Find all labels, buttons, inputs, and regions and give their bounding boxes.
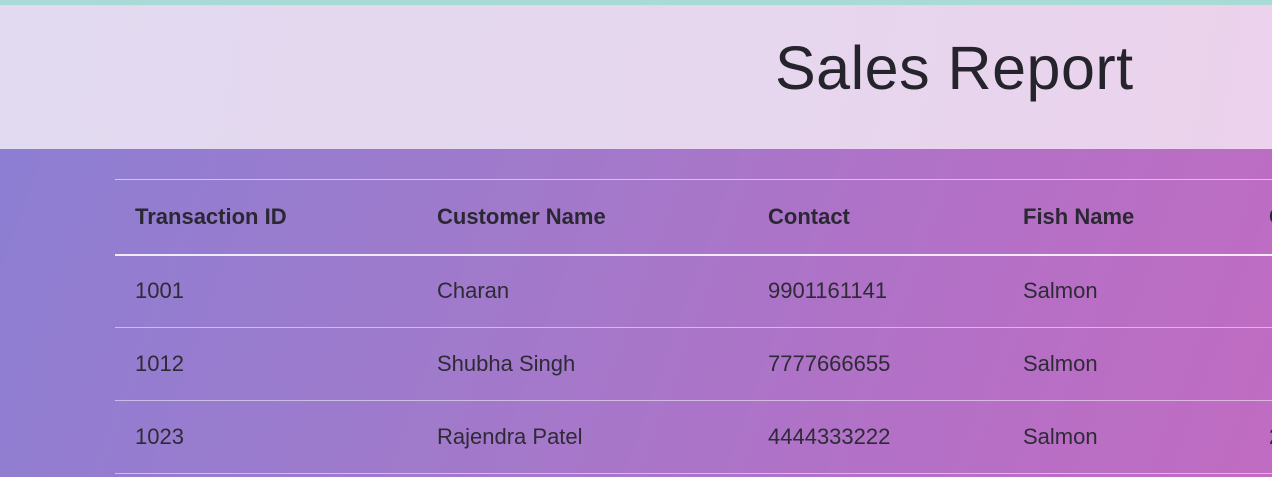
table-header: Transaction ID Customer Name Contact Fis…: [115, 179, 1272, 255]
cell-truncated: [1249, 255, 1272, 328]
cell-fish-name: Salmon: [1023, 278, 1098, 304]
cell-customer-name: Shubha Singh: [437, 351, 576, 376]
cell-customer-name: Rajendra Patel: [437, 424, 583, 449]
column-header-contact: Contact: [768, 203, 850, 229]
cell-fish-name: Salmon: [1023, 351, 1098, 376]
cell-truncated: [1249, 328, 1272, 401]
sales-table: Transaction ID Customer Name Contact Fis…: [115, 179, 1272, 474]
cell-transaction-id: 1023: [135, 424, 184, 449]
table-row: 1001 Charan 9901161141 Salmon: [115, 255, 1272, 328]
table-row: 1012 Shubha Singh 7777666655 Salmon: [115, 328, 1272, 401]
cell-fish-name: Salmon: [1023, 424, 1098, 449]
cell-contact: 7777666655: [768, 351, 891, 376]
cell-customer-name: Charan: [437, 278, 510, 304]
table-header-row: Transaction ID Customer Name Contact Fis…: [115, 179, 1272, 255]
cell-transaction-id: 1012: [135, 351, 184, 376]
page-header: Sales Report: [0, 5, 1272, 149]
column-header-fish-name: Fish Name: [1023, 203, 1135, 229]
column-header-transaction-id: Transaction ID: [135, 203, 287, 229]
page-title: Sales Report: [775, 34, 1134, 102]
cell-contact: 4444333222: [768, 424, 891, 449]
cell-transaction-id: 1001: [135, 278, 184, 304]
table-row: 1023 Rajendra Patel 4444333222 Salmon 2: [115, 401, 1272, 474]
cell-truncated: 2: [1249, 401, 1272, 474]
table-body: 1001 Charan 9901161141 Salmon 1012 Shubh…: [115, 255, 1272, 474]
cell-contact: 9901161141: [768, 278, 888, 304]
sales-table-container: Transaction ID Customer Name Contact Fis…: [115, 179, 1272, 477]
column-header-customer-name: Customer Name: [437, 203, 606, 229]
column-header-truncated: C: [1249, 180, 1272, 255]
